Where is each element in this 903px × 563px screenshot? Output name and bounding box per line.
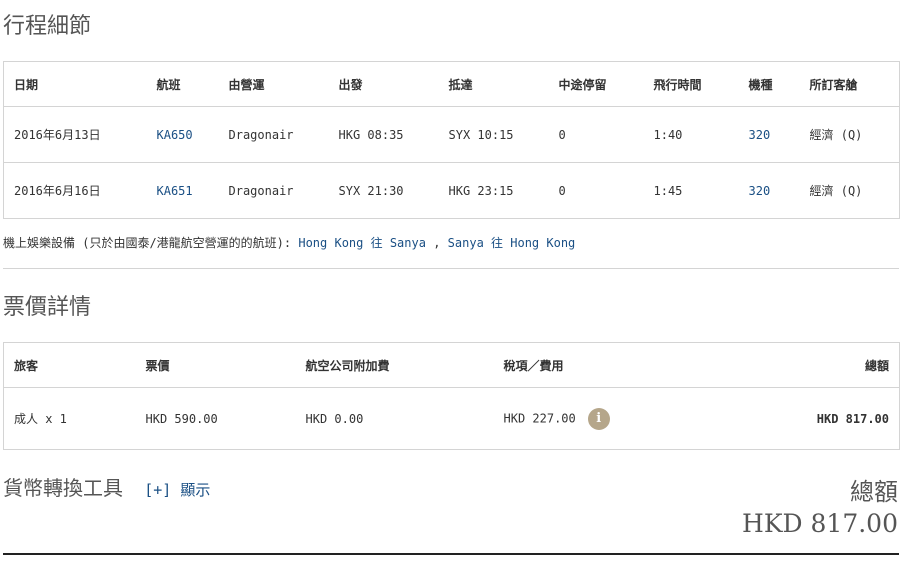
entertainment-label: 機上娛樂設備 (只於由國泰/港龍航空營運的的航班):	[3, 236, 292, 250]
header-surcharge: 航空公司附加費	[305, 358, 390, 373]
header-arrive: 抵達	[448, 77, 473, 92]
entertainment-link-outbound[interactable]: Hong Kong 往 Sanya	[298, 236, 426, 250]
grand-total: 總額 HKD 817.00	[742, 472, 898, 538]
departure: HKG 08:35	[338, 127, 404, 142]
grand-total-label: 總額	[850, 478, 898, 506]
aircraft-link[interactable]: 320	[739, 163, 800, 219]
duration: 1:40	[653, 127, 683, 142]
flight-date: 2016年6月13日	[14, 128, 101, 142]
header-duration: 飛行時間	[653, 77, 702, 92]
operator: Dragonair	[228, 183, 294, 198]
header-flight: 航班	[156, 77, 181, 92]
taxes-amount: HKD 227.00	[503, 411, 576, 425]
fare-header-row: 旅客 票價 航空公司附加費 稅項／費用 總額	[3, 343, 900, 388]
header-fare: 票價	[145, 358, 170, 373]
header-operator: 由營運	[228, 77, 265, 92]
table-row: 2016年6月13日 KA650 Dragonair HKG 08:35 SYX…	[3, 107, 900, 163]
bottom-divider	[3, 553, 899, 555]
fare-table: 旅客 票價 航空公司附加費 稅項／費用 總額 成人 x 1 HKD 590.00…	[3, 342, 900, 450]
departure: SYX 21:30	[338, 183, 404, 198]
header-depart: 出發	[338, 77, 363, 92]
stops: 0	[558, 183, 566, 198]
cabin: 經濟 (Q)	[809, 128, 863, 142]
entertainment-link-return[interactable]: Sanya 往 Hong Kong	[448, 236, 576, 250]
total-amount: HKD 817.00	[816, 411, 889, 426]
stops: 0	[558, 127, 566, 142]
header-total: 總額	[864, 358, 889, 373]
header-taxes: 稅項／費用	[503, 358, 564, 373]
itinerary-header-row: 日期 航班 由營運 出發 抵達 中途停留 飛行時間 機種 所訂客艙	[3, 62, 900, 107]
passenger: 成人 x 1	[14, 412, 67, 426]
fare-amount: HKD 590.00	[145, 411, 218, 426]
arrival: HKG 23:15	[448, 183, 514, 198]
flight-number-link[interactable]: KA650	[147, 107, 219, 163]
table-row: 2016年6月16日 KA651 Dragonair SYX 21:30 HKG…	[4, 163, 900, 219]
surcharge-amount: HKD 0.00	[305, 411, 364, 426]
table-row: 成人 x 1 HKD 590.00 HKD 0.00 HKD 227.00 i H…	[4, 388, 900, 450]
header-cabin: 所訂客艙	[809, 77, 858, 92]
grand-total-value: HKD 817.00	[742, 509, 898, 538]
fare-title: 票價詳情	[3, 295, 92, 320]
currency-converter: 貨幣轉換工具 [+] 顯示	[3, 472, 210, 501]
flight-date: 2016年6月16日	[14, 184, 101, 198]
converter-show-toggle[interactable]: [+] 顯示	[144, 481, 210, 499]
header-stops: 中途停留	[558, 77, 607, 92]
info-icon[interactable]: i	[587, 407, 610, 430]
converter-title: 貨幣轉換工具	[3, 476, 123, 500]
cabin: 經濟 (Q)	[809, 184, 863, 198]
divider	[3, 268, 899, 269]
flight-number-link[interactable]: KA651	[147, 163, 219, 219]
entertainment-separator: ,	[433, 236, 441, 250]
arrival: SYX 10:15	[448, 127, 514, 142]
itinerary-table: 日期 航班 由營運 出發 抵達 中途停留 飛行時間 機種 所訂客艙 2016年6…	[3, 61, 900, 219]
taxes-cell: HKD 227.00 i	[494, 388, 730, 450]
header-passenger: 旅客	[14, 358, 39, 373]
duration: 1:45	[653, 183, 683, 198]
header-date: 日期	[14, 77, 39, 92]
entertainment-line: 機上娛樂設備 (只於由國泰/港龍航空營運的的航班): Hong Kong 往 S…	[3, 234, 575, 251]
aircraft-link[interactable]: 320	[739, 107, 800, 163]
header-aircraft: 機種	[748, 77, 773, 92]
itinerary-title: 行程細節	[3, 14, 92, 39]
operator: Dragonair	[228, 127, 294, 142]
